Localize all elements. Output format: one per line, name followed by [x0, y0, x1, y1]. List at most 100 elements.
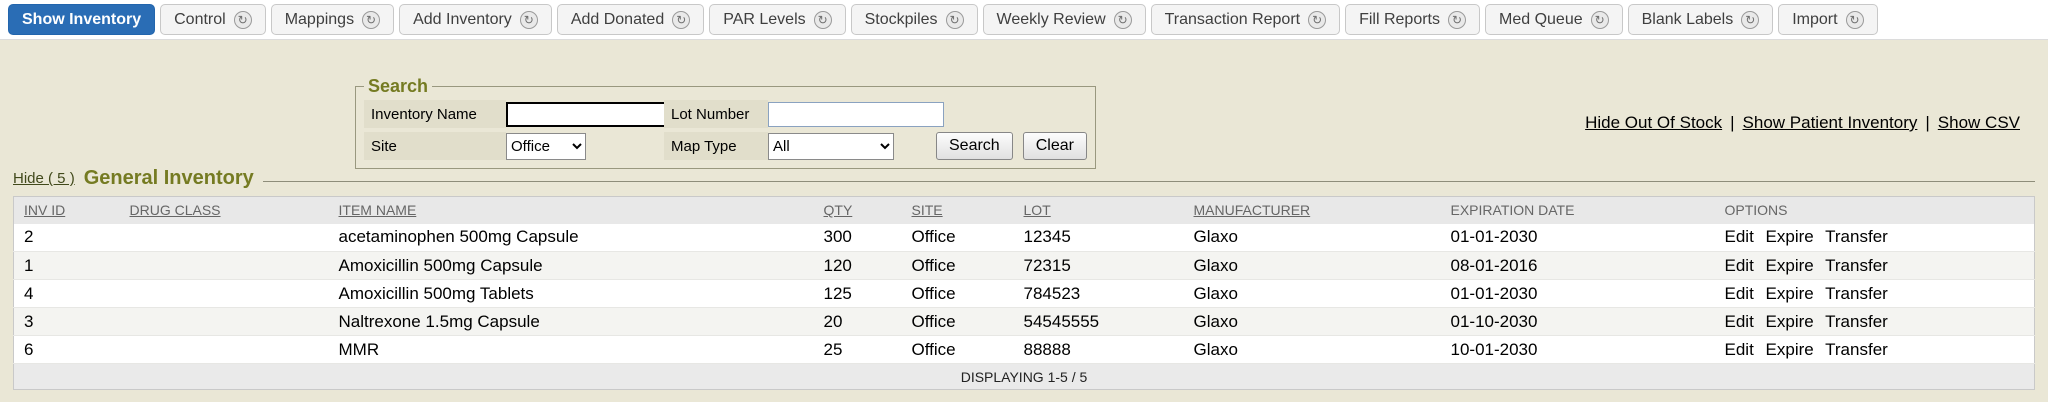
site-cell: Office	[902, 224, 1014, 252]
tab-label: Fill Reports	[1359, 11, 1440, 29]
view-links: Hide Out Of Stock | Show Patient Inventory…	[1585, 113, 2020, 133]
inv-id-cell: 1	[14, 252, 120, 280]
column-header-drug-class[interactable]: DRUG CLASS	[120, 197, 329, 224]
tab-label: Import	[1792, 11, 1837, 29]
search-button[interactable]: Search	[936, 132, 1013, 160]
refresh-icon[interactable]	[362, 11, 380, 29]
link-separator: |	[1925, 113, 1929, 132]
lot-number-input[interactable]	[768, 102, 944, 127]
drug-class-cell	[120, 224, 329, 252]
tab-import[interactable]: Import	[1778, 4, 1877, 35]
column-header-qty[interactable]: QTY	[814, 197, 902, 224]
edit-link[interactable]: Edit	[1725, 227, 1754, 246]
clear-button[interactable]: Clear	[1023, 132, 1087, 160]
tab-med-queue[interactable]: Med Queue	[1485, 4, 1623, 35]
tab-label: Transaction Report	[1165, 11, 1300, 29]
transfer-link[interactable]: Transfer	[1825, 312, 1888, 331]
inv-id-cell: 4	[14, 280, 120, 308]
refresh-icon[interactable]	[234, 11, 252, 29]
transfer-link[interactable]: Transfer	[1825, 284, 1888, 303]
tab-control[interactable]: Control	[160, 4, 266, 35]
edit-link[interactable]: Edit	[1725, 256, 1754, 275]
refresh-icon[interactable]	[1114, 11, 1132, 29]
refresh-icon[interactable]	[520, 11, 538, 29]
tab-add-donated[interactable]: Add Donated	[557, 4, 704, 35]
map-type-label: Map Type	[664, 132, 768, 160]
inventory-name-input[interactable]	[506, 102, 676, 127]
section-header: Hide ( 5 ) General Inventory	[13, 167, 2035, 190]
tab-label: Stockpiles	[865, 11, 938, 29]
show-csv-link[interactable]: Show CSV	[1938, 113, 2020, 132]
tab-mappings[interactable]: Mappings	[271, 4, 394, 35]
expire-link[interactable]: Expire	[1766, 284, 1814, 303]
site-select[interactable]: Office	[506, 133, 586, 160]
expire-link[interactable]: Expire	[1766, 312, 1814, 331]
tab-stockpiles[interactable]: Stockpiles	[851, 4, 978, 35]
edit-link[interactable]: Edit	[1725, 284, 1754, 303]
lot-cell: 54545555	[1014, 308, 1184, 336]
tab-par-levels[interactable]: PAR Levels	[709, 4, 845, 35]
drug-class-cell	[120, 252, 329, 280]
refresh-icon[interactable]	[1846, 11, 1864, 29]
hide-out-of-stock-link[interactable]: Hide Out Of Stock	[1585, 113, 1722, 132]
lot-cell: 72315	[1014, 252, 1184, 280]
lot-cell: 784523	[1014, 280, 1184, 308]
site-cell: Office	[902, 252, 1014, 280]
qty-cell: 125	[814, 280, 902, 308]
table-row: 1 Amoxicillin 500mg Capsule 120 Office 7…	[14, 252, 2035, 280]
expiration-date-cell: 08-01-2016	[1441, 252, 1715, 280]
expiration-date-cell: 01-10-2030	[1441, 308, 1715, 336]
lot-number-label: Lot Number	[664, 100, 768, 128]
refresh-icon[interactable]	[1741, 11, 1759, 29]
refresh-icon[interactable]	[1448, 11, 1466, 29]
tab-blank-labels[interactable]: Blank Labels	[1628, 4, 1774, 35]
search-legend: Search	[364, 76, 432, 97]
tab-transaction-report[interactable]: Transaction Report	[1151, 4, 1340, 35]
edit-link[interactable]: Edit	[1725, 312, 1754, 331]
expire-link[interactable]: Expire	[1766, 256, 1814, 275]
options-cell: Edit Expire Transfer	[1715, 252, 2035, 280]
map-type-select[interactable]: All	[768, 133, 894, 160]
tab-show-inventory[interactable]: Show Inventory	[8, 4, 155, 35]
tab-weekly-review[interactable]: Weekly Review	[983, 4, 1146, 35]
edit-link[interactable]: Edit	[1725, 340, 1754, 359]
refresh-icon[interactable]	[946, 11, 964, 29]
column-header-site[interactable]: SITE	[902, 197, 1014, 224]
transfer-link[interactable]: Transfer	[1825, 340, 1888, 359]
refresh-icon[interactable]	[1308, 11, 1326, 29]
manufacturer-cell: Glaxo	[1184, 252, 1441, 280]
column-header-lot[interactable]: LOT	[1014, 197, 1184, 224]
tab-bar: Show Inventory Control Mappings Add Inve…	[0, 0, 2048, 40]
transfer-link[interactable]: Transfer	[1825, 256, 1888, 275]
qty-cell: 25	[814, 336, 902, 364]
site-cell: Office	[902, 308, 1014, 336]
column-header-item-name[interactable]: ITEM NAME	[329, 197, 814, 224]
expire-link[interactable]: Expire	[1766, 227, 1814, 246]
tab-add-inventory[interactable]: Add Inventory	[399, 4, 552, 35]
inv-id-cell: 6	[14, 336, 120, 364]
show-patient-inventory-link[interactable]: Show Patient Inventory	[1743, 113, 1918, 132]
options-cell: Edit Expire Transfer	[1715, 336, 2035, 364]
column-header-manufacturer[interactable]: MANUFACTURER	[1184, 197, 1441, 224]
options-cell: Edit Expire Transfer	[1715, 308, 2035, 336]
qty-cell: 300	[814, 224, 902, 252]
transfer-link[interactable]: Transfer	[1825, 227, 1888, 246]
table-row: 4 Amoxicillin 500mg Tablets 125 Office 7…	[14, 280, 2035, 308]
manufacturer-cell: Glaxo	[1184, 336, 1441, 364]
tab-label: Weekly Review	[997, 11, 1106, 29]
tab-label: Add Donated	[571, 11, 664, 29]
column-header-expiration-date: EXPIRATION DATE	[1441, 197, 1715, 224]
inv-id-cell: 3	[14, 308, 120, 336]
refresh-icon[interactable]	[672, 11, 690, 29]
column-header-inv-id[interactable]: INV ID	[14, 197, 120, 224]
hide-section-link[interactable]: Hide ( 5 )	[13, 170, 75, 187]
column-header-options: OPTIONS	[1715, 197, 2035, 224]
expire-link[interactable]: Expire	[1766, 340, 1814, 359]
refresh-icon[interactable]	[814, 11, 832, 29]
refresh-icon[interactable]	[1591, 11, 1609, 29]
tab-fill-reports[interactable]: Fill Reports	[1345, 4, 1480, 35]
site-cell: Office	[902, 280, 1014, 308]
table-row: 2 acetaminophen 500mg Capsule 300 Office…	[14, 224, 2035, 252]
search-grid: Inventory Name Lot Number Site Office Ma…	[364, 100, 1087, 160]
qty-cell: 20	[814, 308, 902, 336]
